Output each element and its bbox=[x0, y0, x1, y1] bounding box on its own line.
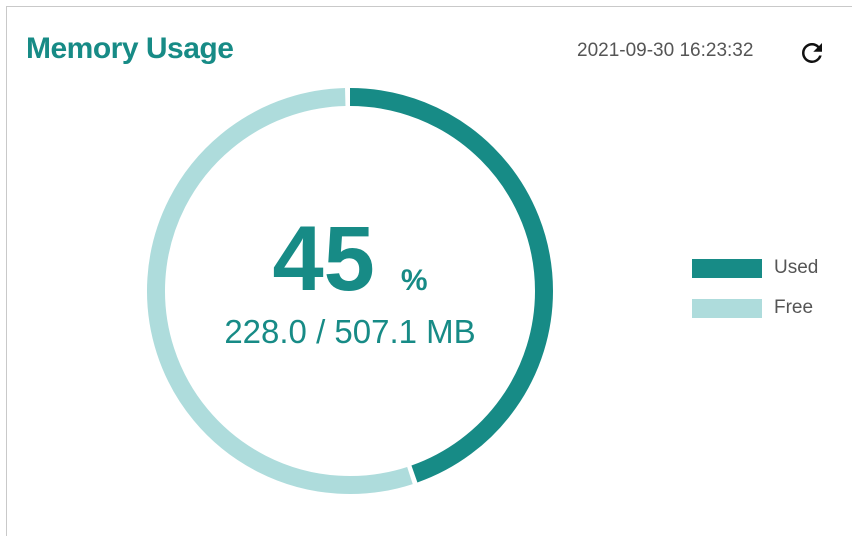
usage-percent: 45 % bbox=[272, 213, 427, 305]
last-updated-timestamp: 2021-09-30 16:23:32 bbox=[577, 40, 754, 61]
legend-swatch-used bbox=[692, 258, 762, 278]
refresh-icon bbox=[802, 43, 822, 63]
card-title: Memory Usage bbox=[26, 32, 234, 65]
legend-swatch-free bbox=[692, 298, 762, 318]
usage-percent-value: 45 bbox=[272, 208, 375, 310]
usage-percent-unit: % bbox=[400, 264, 428, 297]
usage-readout: 45 % 228.0 / 507.1 MB bbox=[145, 86, 555, 496]
chart-legend: Used Free bbox=[692, 257, 819, 338]
legend-item-free: Free bbox=[692, 297, 818, 318]
legend-item-used: Used bbox=[692, 257, 819, 278]
refresh-button[interactable] bbox=[795, 36, 829, 70]
legend-label-used: Used bbox=[774, 257, 819, 278]
usage-detail: 228.0 / 507.1 MB bbox=[224, 313, 476, 350]
legend-label-free: Free bbox=[774, 297, 814, 318]
